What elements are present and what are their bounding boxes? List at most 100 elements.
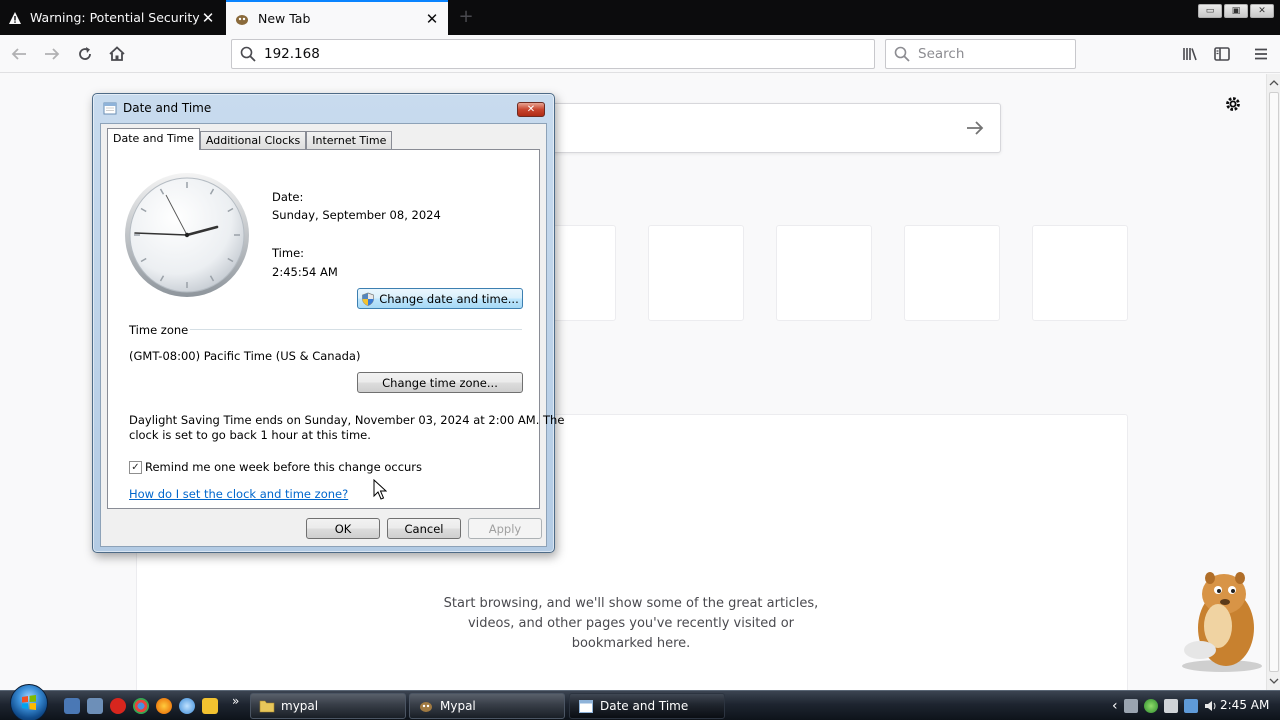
date-value: Sunday, September 08, 2024 (272, 208, 441, 222)
usb-tray-icon[interactable] (1163, 699, 1178, 713)
timezone-heading: Time zone (129, 323, 189, 337)
system-tray: ‹ (1112, 691, 1218, 720)
scroll-up-icon[interactable] (1268, 78, 1280, 88)
tab-internet-time[interactable]: Internet Time (306, 131, 393, 150)
mypal-favicon-icon (236, 14, 248, 25)
url-bar[interactable]: 192.168 (231, 39, 875, 69)
change-time-zone-button[interactable]: Change time zone... (357, 372, 523, 393)
dialog-body: Date and Time Additional Clocks Internet… (100, 123, 564, 547)
analog-clock-image (125, 173, 249, 297)
calendar-clock-icon (103, 102, 117, 115)
taskbar-button-label: Mypal (440, 699, 476, 713)
close-window-button[interactable]: ✕ (1250, 4, 1274, 18)
firefox-icon[interactable] (156, 698, 172, 714)
apply-button[interactable]: Apply (468, 518, 542, 539)
menu-icon[interactable] (1251, 44, 1271, 64)
minimize-button[interactable]: ▭ (1198, 4, 1222, 18)
change-date-time-button[interactable]: Change date and time... (357, 288, 523, 309)
dialog-close-button[interactable]: ✕ (517, 102, 545, 117)
chrome-icon[interactable] (133, 698, 149, 714)
volume-icon[interactable] (1204, 699, 1218, 713)
taskbar-button-mypal-folder[interactable]: mypal (250, 693, 406, 719)
date-time-dialog: Date and Time ✕ Date and Time Additional… (92, 93, 564, 553)
highlights-empty-message: Start browsing, and we'll show some of t… (443, 596, 819, 651)
tab-security-warning[interactable]: Warning: Potential Security Risk Ahead ✕ (0, 0, 224, 35)
cancel-label: Cancel (404, 521, 444, 536)
tab-title: New Tab (258, 11, 311, 26)
tab-additional-clocks[interactable]: Additional Clocks (199, 131, 307, 150)
timezone-value: (GMT-08:00) Pacific Time (US & Canada) (129, 349, 361, 363)
apply-label: Apply (488, 521, 522, 536)
cancel-button[interactable]: Cancel (387, 518, 461, 539)
forward-icon[interactable] (42, 44, 62, 64)
search-icon (894, 46, 910, 62)
url-text[interactable]: 192.168 (264, 46, 320, 62)
hamster-mascot-image (1182, 572, 1262, 672)
remind-checkbox[interactable]: ✓ (129, 461, 142, 474)
restore-button[interactable]: ▣ (1224, 4, 1248, 18)
dialog-titlebar[interactable]: Date and Time (103, 101, 211, 115)
uac-shield-icon (362, 292, 375, 306)
windows-logo-icon (22, 695, 36, 710)
change-date-time-label: Change date and time... (379, 291, 519, 306)
show-desktop-icon[interactable] (64, 698, 80, 714)
mypal-icon (420, 702, 432, 712)
display-tray-icon[interactable] (1183, 699, 1198, 713)
search-bar[interactable]: Search (885, 39, 1076, 69)
taskbar-clock[interactable]: 2:45 AM (1220, 698, 1269, 712)
close-tab-icon[interactable]: ✕ (424, 10, 440, 28)
reload-icon[interactable] (75, 44, 95, 64)
opera-icon[interactable] (110, 698, 126, 714)
network-tray-icon[interactable] (1123, 699, 1138, 713)
date-time-panel: Date: Sunday, September 08, 2024 Time: 2… (107, 149, 564, 509)
close-tab-icon[interactable]: ✕ (200, 9, 216, 27)
taskbar-button-mypal-browser[interactable]: Mypal (409, 693, 565, 719)
tab-strip: Warning: Potential Security Risk Ahead ✕… (0, 0, 1280, 35)
taskbar-button-label: Date and Time (600, 699, 689, 713)
date-label: Date: (272, 190, 304, 204)
dialog-title: Date and Time (123, 101, 212, 115)
help-link[interactable]: How do I set the clock and time zone? (129, 487, 348, 501)
navigation-toolbar: 192.168 Search (0, 35, 1280, 73)
dst-notice-line1: Daylight Saving Time ends on Sunday, Nov… (129, 413, 565, 427)
taskbar-button-label: mypal (281, 699, 319, 713)
change-time-zone-label: Change time zone... (382, 375, 498, 390)
new-tab-button[interactable]: + (456, 6, 476, 28)
ok-label: OK (334, 521, 352, 536)
quicklaunch-overflow[interactable]: » (232, 694, 239, 708)
ok-button[interactable]: OK (306, 518, 380, 539)
remind-label[interactable]: Remind me one week before this change oc… (145, 460, 422, 474)
calendar-clock-icon (579, 700, 593, 713)
warning-icon (9, 11, 21, 24)
dialog-tabs: Date and Time Additional Clocks Internet… (107, 128, 393, 150)
tab-new-tab[interactable]: New Tab ✕ (226, 0, 448, 35)
time-value: 2:45:54 AM (272, 265, 338, 279)
home-icon[interactable] (107, 44, 127, 64)
tray-expand-icon[interactable]: ‹ (1112, 698, 1118, 714)
start-button[interactable] (10, 684, 48, 720)
top-site-tile[interactable] (648, 225, 744, 321)
window-controls: ▭ ▣ ✕ (1198, 4, 1274, 18)
dst-notice-line2: clock is set to go back 1 hour at this t… (129, 428, 371, 442)
top-site-tile[interactable] (776, 225, 872, 321)
browser-globe-icon[interactable] (179, 698, 195, 714)
top-site-tile[interactable] (904, 225, 1000, 321)
antivirus-tray-icon[interactable] (1143, 699, 1158, 713)
sidebar-icon[interactable] (1212, 44, 1232, 64)
vertical-scrollbar[interactable] (1266, 74, 1280, 690)
taskbar-button-date-time[interactable]: Date and Time (569, 693, 725, 719)
mouse-cursor-icon (373, 479, 387, 500)
media-player-icon[interactable] (202, 698, 218, 714)
taskbar: » mypal Mypal Date and Time ‹ 2:45 AM (0, 684, 1280, 720)
back-icon[interactable] (9, 44, 29, 64)
library-icon[interactable] (1180, 44, 1200, 64)
timezone-divider (190, 329, 522, 330)
top-site-tile[interactable] (1032, 225, 1128, 321)
tab-date-and-time[interactable]: Date and Time (107, 128, 200, 150)
scrollbar-thumb[interactable] (1269, 92, 1279, 672)
switch-windows-icon[interactable] (87, 698, 103, 714)
arrow-right-icon[interactable] (964, 117, 986, 139)
gear-icon[interactable] (1223, 94, 1243, 114)
folder-icon (259, 700, 275, 713)
scroll-down-icon[interactable] (1268, 676, 1280, 686)
